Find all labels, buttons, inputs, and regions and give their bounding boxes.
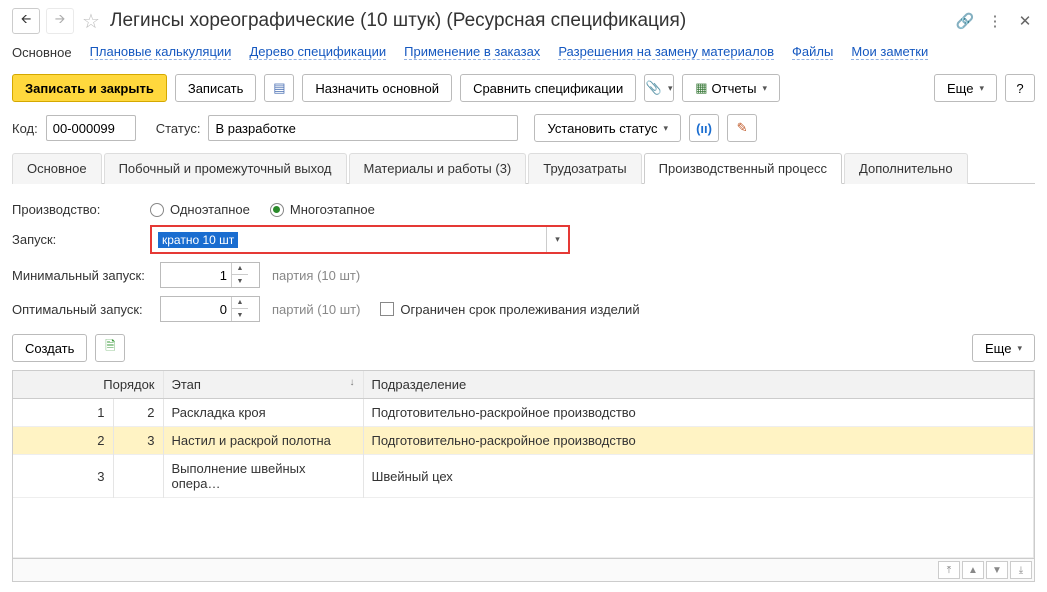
report-icon: ▦	[695, 80, 707, 96]
reports-button[interactable]: ▦ Отчеты ▾	[682, 74, 780, 102]
attach-icon: 📎	[646, 80, 662, 96]
tab-bar: Основное Побочный и промежуточный выход …	[12, 152, 1035, 184]
grid-last-button[interactable]: ⤓	[1010, 561, 1032, 579]
link-orders[interactable]: Применение в заказах	[404, 44, 540, 60]
tab-process[interactable]: Производственный процесс	[644, 153, 842, 184]
min-launch-unit: партия (10 шт)	[272, 268, 360, 283]
grid-first-button[interactable]: ⤒	[938, 561, 960, 579]
code-label: Код:	[12, 121, 38, 136]
chevron-down-icon: ▾	[762, 83, 767, 94]
table-row[interactable]: 2 3 Настил и раскрой полотна Подготовите…	[13, 427, 1034, 455]
min-launch-stepper[interactable]: ▲ ▼	[160, 262, 260, 288]
favorite-star-icon[interactable]: ☆	[80, 10, 102, 32]
barcode-icon: (ıı)	[696, 121, 712, 136]
assign-main-button[interactable]: Назначить основной	[302, 74, 452, 102]
nav-back-button[interactable]: 🡨	[12, 8, 40, 34]
checkbox-icon	[380, 302, 394, 316]
compare-spec-button[interactable]: Сравнить спецификации	[460, 74, 636, 102]
chevron-down-icon: ▾	[1017, 343, 1022, 354]
link-files[interactable]: Файлы	[792, 44, 833, 60]
help-button[interactable]: ?	[1005, 74, 1035, 102]
opt-launch-label: Оптимальный запуск:	[12, 302, 152, 317]
col-stage[interactable]: Этап ↓	[163, 371, 363, 399]
opt-launch-stepper[interactable]: ▲ ▼	[160, 296, 260, 322]
stages-table: Порядок Этап ↓ Подразделение 1 2 Расклад…	[13, 371, 1034, 558]
limited-shelf-checkbox[interactable]: Ограничен срок пролеживания изделий	[380, 302, 639, 317]
radio-multi-label: Многоэтапное	[290, 202, 375, 217]
linkbar-main[interactable]: Основное	[12, 45, 72, 60]
save-button[interactable]: Записать	[175, 74, 257, 102]
tab-labor[interactable]: Трудозатраты	[528, 153, 641, 184]
list-icon: ▤	[273, 80, 285, 96]
min-launch-label: Минимальный запуск:	[12, 268, 152, 283]
min-launch-input[interactable]	[161, 267, 231, 284]
chevron-down-icon: ▾	[668, 83, 673, 94]
launch-value: кратно 10 шт	[158, 232, 238, 248]
set-status-label: Установить статус	[547, 121, 657, 136]
spin-down-icon[interactable]: ▼	[232, 309, 248, 321]
grid-more-label: Еще	[985, 341, 1011, 356]
radio-icon	[150, 203, 164, 217]
refresh-button[interactable]: 🗎	[95, 334, 125, 362]
reports-label: Отчеты	[712, 81, 757, 96]
more-button[interactable]: Еще ▾	[934, 74, 997, 102]
link-notes[interactable]: Мои заметки	[851, 44, 928, 60]
sheet-icon: 🗎	[105, 337, 115, 359]
tab-byproduct[interactable]: Побочный и промежуточный выход	[104, 153, 347, 184]
production-label: Производство:	[12, 202, 142, 217]
launch-label: Запуск:	[12, 232, 142, 247]
radio-multi-stage[interactable]: Многоэтапное	[270, 202, 375, 217]
chevron-down-icon[interactable]: ▾	[546, 227, 568, 252]
barcode-button[interactable]: (ıı)	[689, 114, 719, 142]
link-spec-tree[interactable]: Дерево спецификации	[249, 44, 386, 60]
grid-up-button[interactable]: ▲	[962, 561, 984, 579]
table-row[interactable]: 1 2 Раскладка кроя Подготовительно-раскр…	[13, 399, 1034, 427]
close-icon[interactable]: ✕	[1015, 11, 1035, 31]
nav-forward-button[interactable]: 🡪	[46, 8, 74, 34]
edit-list-icon: ✎	[737, 120, 748, 136]
col-order[interactable]: Порядок	[13, 371, 163, 399]
create-button[interactable]: Создать	[12, 334, 87, 362]
link-icon[interactable]: 🔗	[955, 11, 975, 31]
table-row[interactable]: 3 Выполнение швейных опера… Швейный цех	[13, 455, 1034, 498]
save-close-button[interactable]: Записать и закрыть	[12, 74, 167, 102]
radio-icon	[270, 203, 284, 217]
limited-shelf-label: Ограничен срок пролеживания изделий	[400, 302, 639, 317]
grid-more-button[interactable]: Еще ▾	[972, 334, 1035, 362]
tab-main[interactable]: Основное	[12, 153, 102, 184]
spin-down-icon[interactable]: ▼	[232, 275, 248, 287]
edit-list-button[interactable]: ✎	[727, 114, 757, 142]
spin-up-icon[interactable]: ▲	[232, 297, 248, 309]
status-input[interactable]	[208, 115, 518, 141]
attach-button[interactable]: 📎▾	[644, 74, 674, 102]
tab-additional[interactable]: Дополнительно	[844, 153, 968, 184]
chevron-down-icon: ▾	[664, 123, 669, 134]
col-dept[interactable]: Подразделение	[363, 371, 1034, 399]
opt-launch-unit: партий (10 шт)	[272, 302, 360, 317]
kebab-menu-icon[interactable]: ⋮	[985, 11, 1005, 31]
chevron-down-icon: ▾	[979, 83, 984, 94]
status-label: Статус:	[156, 121, 201, 136]
launch-select[interactable]: кратно 10 шт ▾	[150, 225, 570, 254]
opt-launch-input[interactable]	[161, 301, 231, 318]
radio-single-label: Одноэтапное	[170, 202, 250, 217]
tab-materials[interactable]: Материалы и работы (3)	[349, 153, 527, 184]
spin-up-icon[interactable]: ▲	[232, 263, 248, 275]
set-status-button[interactable]: Установить статус ▾	[534, 114, 681, 142]
window-title: Легинсы хореографические (10 штук) (Ресу…	[110, 10, 949, 32]
code-input[interactable]	[46, 115, 136, 141]
list-icon-button[interactable]: ▤	[264, 74, 294, 102]
sort-asc-icon: ↓	[350, 377, 355, 388]
link-material-subst[interactable]: Разрешения на замену материалов	[558, 44, 774, 60]
more-label: Еще	[947, 81, 973, 96]
nav-linkbar: Основное Плановые калькуляции Дерево спе…	[0, 38, 1047, 66]
grid-down-button[interactable]: ▼	[986, 561, 1008, 579]
link-plan-calc[interactable]: Плановые калькуляции	[90, 44, 232, 60]
radio-single-stage[interactable]: Одноэтапное	[150, 202, 250, 217]
